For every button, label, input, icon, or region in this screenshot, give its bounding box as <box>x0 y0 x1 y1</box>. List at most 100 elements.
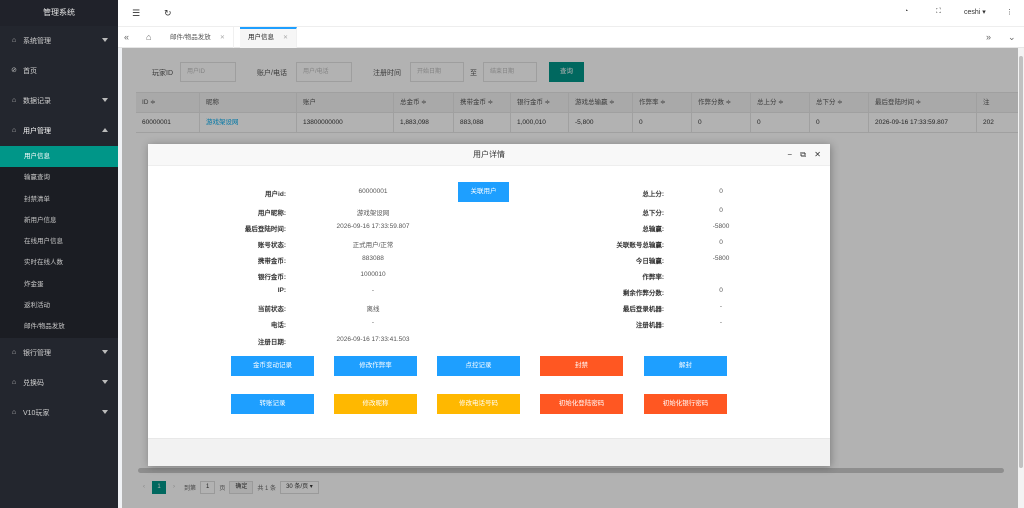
sidebar-group-label: 用户管理 <box>23 128 51 135</box>
user-id-label: 用户id: <box>265 191 286 198</box>
edit-nickname-button[interactable]: 修改昵称 <box>334 394 417 414</box>
tab-mail[interactable]: 邮件/物品发放 ✕ <box>162 27 234 48</box>
check-circle-icon: ⊘ <box>11 67 17 74</box>
sidebar-group-label: V10玩家 <box>23 409 50 417</box>
register-date-value: 2026-09-16 17:33:41.503 <box>336 336 410 343</box>
today-winloss-value: -5800 <box>712 255 730 262</box>
username: ceshi <box>964 9 981 16</box>
remaining-cheat-value: 0 <box>719 287 723 294</box>
last-login-machine-value: - <box>719 303 723 310</box>
total-winloss-label: 总输赢: <box>642 226 664 233</box>
sidebar-item-winloss[interactable]: 输赢查询 <box>0 167 118 188</box>
close-icon[interactable]: ✕ <box>283 35 288 41</box>
modal-footer <box>148 438 830 466</box>
sidebar-group-label: 数据记录 <box>23 98 51 105</box>
sidebar-group-label: 系统管理 <box>23 38 51 45</box>
ban-button[interactable]: 封禁 <box>540 356 623 376</box>
sidebar: 管理系统 ⌂ 系统管理 ⊘ 首页 ⌂ 数据记录 ⌂ 用户管理 用户信息 输赢查询… <box>0 0 118 508</box>
sidebar-item-user-info[interactable]: 用户信息 <box>0 146 118 168</box>
sidebar-group-label: 兑换码 <box>23 379 44 387</box>
carry-coins-label: 携带金币: <box>257 258 286 265</box>
user-menu[interactable]: ceshi ▾ <box>964 8 986 16</box>
last-login-machine-label: 最后登录机器: <box>622 306 664 313</box>
chevron-down-icon <box>102 379 108 384</box>
tabs-menu-icon[interactable]: ⌄ <box>1008 32 1016 43</box>
edit-cheat-rate-button[interactable]: 修改作弊率 <box>334 356 417 376</box>
current-status-value: 离线 <box>366 306 380 313</box>
more-icon[interactable]: ⋮ <box>1006 8 1013 16</box>
link-user-button[interactable]: 关联用户 <box>458 182 509 202</box>
current-status-label: 当前状态: <box>257 306 286 313</box>
unban-button[interactable]: 解封 <box>644 356 727 376</box>
sidebar-item-label: 首页 <box>23 68 37 75</box>
sidebar-item-ban-list[interactable]: 封禁清单 <box>0 189 118 210</box>
chevron-down-icon <box>102 409 108 414</box>
total-up-value: 0 <box>719 188 723 195</box>
tab-label: 邮件/物品发放 <box>170 34 211 41</box>
phone-label: 电话: <box>270 322 286 329</box>
point-control-log-button[interactable]: 点控记录 <box>437 356 520 376</box>
linked-winloss-value: 0 <box>719 239 723 246</box>
home-tab-icon[interactable]: ⌂ <box>146 32 151 42</box>
fullscreen-icon[interactable]: ⛶ <box>936 8 941 16</box>
sidebar-group-bank[interactable]: ⌂ 银行管理 <box>0 338 118 368</box>
nickname-value: 游戏架设网 <box>356 210 390 217</box>
sidebar-group-redeem[interactable]: ⌂ 兑换码 <box>0 368 118 398</box>
sidebar-group-users[interactable]: ⌂ 用户管理 <box>0 116 118 146</box>
close-icon[interactable]: ✕ <box>220 35 225 41</box>
sidebar-item-home[interactable]: ⊘ 首页 <box>0 56 118 86</box>
minimize-icon[interactable]: − <box>787 144 792 166</box>
register-date-label: 注册日期: <box>257 339 286 346</box>
linked-winloss-label: 关联账号总输赢: <box>616 242 664 249</box>
reset-bank-password-button[interactable]: 初始化银行密码 <box>644 394 727 414</box>
edit-phone-button[interactable]: 修改电话号码 <box>437 394 520 414</box>
sidebar-group-records[interactable]: ⌂ 数据记录 <box>0 86 118 116</box>
total-winloss-value: -5800 <box>712 223 730 230</box>
tab-user-info[interactable]: 用户信息 ✕ <box>240 27 298 48</box>
sidebar-item-online-users[interactable]: 在线用户信息 <box>0 231 118 252</box>
chevron-up-icon <box>102 128 108 132</box>
account-status-value: 正式用户/正常 <box>352 242 394 249</box>
tabs-scroll-left-icon[interactable]: « <box>124 32 129 42</box>
refresh-icon[interactable]: ↻ <box>164 8 172 19</box>
top-header: ☰ ↻ ◔ ⛶ ceshi ▾ ⋮ <box>118 0 1024 27</box>
user-id-value: 60000001 <box>358 188 388 195</box>
carry-coins-value: 883088 <box>362 255 384 262</box>
home-icon: ⌂ <box>11 37 17 44</box>
sidebar-item-realtime-online[interactable]: 实时在线人数 <box>0 252 118 273</box>
tabs-scroll-right-icon[interactable]: » <box>986 32 991 42</box>
transfer-log-button[interactable]: 转账记录 <box>231 394 314 414</box>
theme-icon[interactable]: ◔ <box>904 8 908 15</box>
sidebar-group-system[interactable]: ⌂ 系统管理 <box>0 26 118 56</box>
phone-value: - <box>371 319 375 326</box>
tab-label: 用户信息 <box>248 34 274 41</box>
account-status-label: 账号状态: <box>257 242 286 249</box>
user-detail-modal: 用户详情 − ⧉ ✕ 用户id: 60000001 用户昵称: 游戏架设网 最后… <box>148 144 830 466</box>
brand-title: 管理系统 <box>0 0 118 26</box>
sidebar-item-new-users[interactable]: 新用户信息 <box>0 210 118 231</box>
ip-value: - <box>371 287 375 294</box>
coin-change-log-button[interactable]: 金币变动记录 <box>231 356 314 376</box>
chevron-down-icon <box>102 38 108 42</box>
tabs-bar: « ⌂ 邮件/物品发放 ✕ 用户信息 ✕ » ⌄ <box>118 27 1024 48</box>
vertical-scrollbar-thumb[interactable] <box>1019 56 1023 468</box>
cheat-rate-label: 作弊率: <box>642 274 664 281</box>
maximize-icon[interactable]: ⧉ <box>800 144 806 166</box>
sidebar-item-mail[interactable]: 邮件/物品发放 <box>0 316 118 337</box>
reset-login-password-button[interactable]: 初始化登陆密码 <box>540 394 623 414</box>
home-icon: ⌂ <box>11 127 17 134</box>
app-root: 管理系统 ⌂ 系统管理 ⊘ 首页 ⌂ 数据记录 ⌂ 用户管理 用户信息 输赢查询… <box>0 0 1024 508</box>
nickname-label: 用户昵称: <box>257 210 286 217</box>
menu-collapse-icon[interactable]: ☰ <box>132 8 140 19</box>
bank-coins-label: 银行金币: <box>257 274 286 281</box>
close-icon[interactable]: ✕ <box>814 144 821 166</box>
modal-header: 用户详情 − ⧉ ✕ <box>148 144 830 166</box>
sidebar-item-rebate[interactable]: 返利活动 <box>0 295 118 316</box>
bank-coins-value: 1000010 <box>360 271 386 278</box>
last-login-value: 2026-09-16 17:33:59.807 <box>336 223 410 230</box>
home-icon: ⌂ <box>11 378 17 386</box>
sidebar-item-golden-egg[interactable]: 炸金蛋 <box>0 274 118 295</box>
home-icon: ⌂ <box>11 348 17 356</box>
today-winloss-label: 今日输赢: <box>635 258 664 265</box>
sidebar-group-v10[interactable]: ⌂ V10玩家 <box>0 398 118 428</box>
